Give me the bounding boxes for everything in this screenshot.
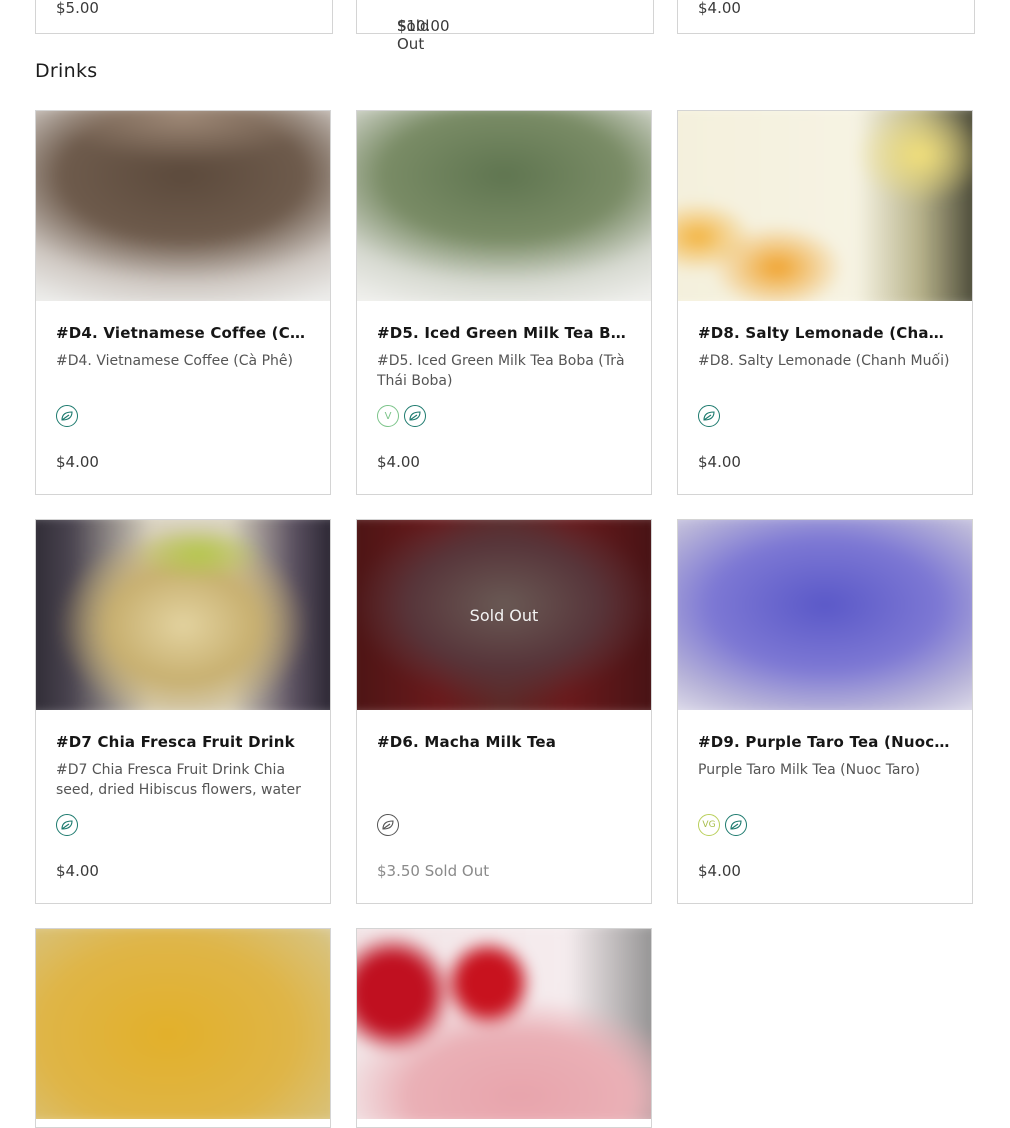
leaf-icon xyxy=(725,814,747,836)
vegetarian-v-icon: V xyxy=(377,405,399,427)
item-price: $3.50 xyxy=(377,862,420,880)
dietary-badges xyxy=(56,814,78,836)
item-price: $4.00 xyxy=(698,453,741,471)
sold-out-overlay: Sold Out xyxy=(469,605,539,625)
leaf-icon xyxy=(698,405,720,427)
item-description: #D8. Salty Lemonade (Chanh Muối) xyxy=(698,353,950,369)
item-title[interactable]: #D7 Chia Fresca Fruit Drink xyxy=(56,732,312,752)
item-price: $4.00 xyxy=(698,862,741,880)
dietary-badges xyxy=(698,405,720,427)
menu-item-card[interactable]: Sold Out #D6. Macha Milk Tea $3.50 Sold … xyxy=(356,519,652,904)
item-image[interactable] xyxy=(678,111,972,301)
item-description: #D7 Chia Fresca Fruit Drink Chia seed, d… xyxy=(56,762,301,798)
item-price: $4.00 xyxy=(56,453,99,471)
section-title: Drinks xyxy=(35,60,98,82)
dietary-badges xyxy=(377,814,399,836)
leaf-icon xyxy=(56,814,78,836)
menu-item-card[interactable]: $4.00 xyxy=(677,0,975,34)
item-description: #D4. Vietnamese Coffee (Cà Phê) xyxy=(56,353,293,369)
item-title[interactable]: #D5. Iced Green Milk Tea Boba (… xyxy=(377,323,633,343)
menu-item-card[interactable]: $5.00 xyxy=(35,0,333,34)
item-title[interactable]: #D4. Vietnamese Coffee (Cà Phê) xyxy=(56,323,312,343)
menu-item-card[interactable]: #D8. Salty Lemonade (Chanh M… #D8. Salty… xyxy=(677,110,973,495)
menu-item-card[interactable] xyxy=(35,928,331,1128)
leaf-icon xyxy=(404,405,426,427)
item-price: $5.00 xyxy=(56,0,99,17)
menu-item-card[interactable]: #D9. Purple Taro Tea (Nuoc Taro) Purple … xyxy=(677,519,973,904)
item-image[interactable] xyxy=(36,929,330,1119)
menu-item-card[interactable]: #D5. Iced Green Milk Tea Boba (… #D5. Ic… xyxy=(356,110,652,495)
dietary-badges: VG xyxy=(698,814,747,836)
menu-item-card[interactable]: #D7 Chia Fresca Fruit Drink #D7 Chia Fre… xyxy=(35,519,331,904)
vegan-vg-icon: VG xyxy=(698,814,720,836)
menu-item-card[interactable] xyxy=(356,928,652,1128)
item-image[interactable] xyxy=(36,111,330,301)
item-price: $4.00 xyxy=(698,0,741,17)
dietary-badges: V xyxy=(377,405,426,427)
item-image[interactable] xyxy=(678,520,972,710)
leaf-icon xyxy=(56,405,78,427)
sold-out-status: Sold Out xyxy=(424,862,490,880)
item-description: #D5. Iced Green Milk Tea Boba (Trà Thái … xyxy=(377,353,625,389)
item-description: Purple Taro Milk Tea (Nuoc Taro) xyxy=(698,762,920,778)
item-image[interactable]: Sold Out xyxy=(357,520,651,710)
menu-item-card[interactable]: #D4. Vietnamese Coffee (Cà Phê) #D4. Vie… xyxy=(35,110,331,495)
leaf-icon xyxy=(377,814,399,836)
item-price: $4.00 xyxy=(377,453,420,471)
item-image[interactable] xyxy=(357,929,651,1119)
menu-item-card[interactable]: $10.00 Sold Out xyxy=(356,0,654,53)
item-title[interactable]: #D8. Salty Lemonade (Chanh M… xyxy=(698,323,954,343)
item-title[interactable]: #D6. Macha Milk Tea xyxy=(377,732,633,752)
item-price: $4.00 xyxy=(56,862,99,880)
item-title[interactable]: #D9. Purple Taro Tea (Nuoc Taro) xyxy=(698,732,954,752)
dietary-badges xyxy=(56,405,78,427)
sold-out-status: Sold Out xyxy=(397,17,430,53)
item-image[interactable] xyxy=(36,520,330,710)
item-price-row: $3.50 Sold Out xyxy=(377,862,489,880)
item-image[interactable] xyxy=(357,111,651,301)
